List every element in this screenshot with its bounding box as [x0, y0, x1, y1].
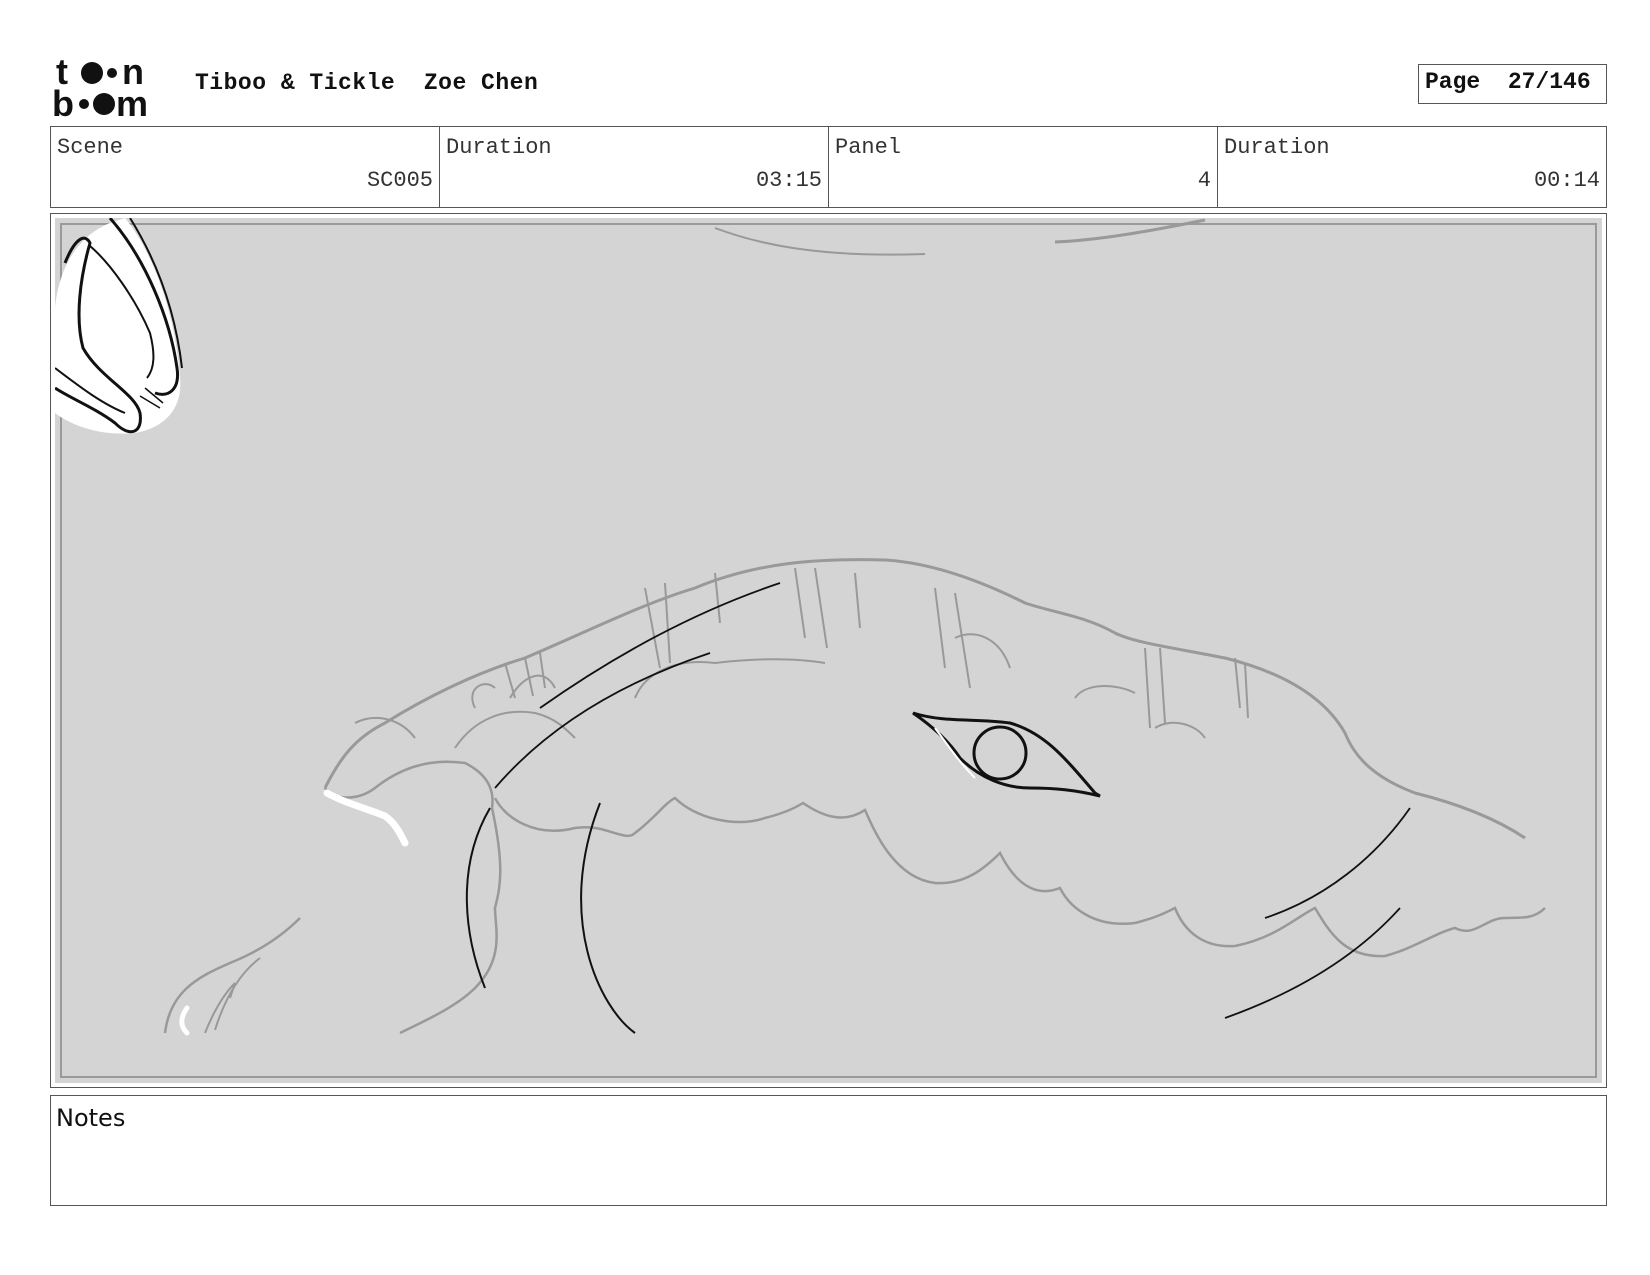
scene-cell: Scene SC005	[51, 127, 440, 207]
storyboard-panel	[50, 213, 1607, 1088]
author-name: Zoe Chen	[423, 70, 539, 96]
panel-label: Panel	[835, 135, 902, 160]
scene-info-table: Scene SC005 Duration 03:15 Panel 4 Durat…	[50, 126, 1607, 208]
svg-text:b: b	[52, 83, 74, 118]
scene-label: Scene	[57, 135, 124, 160]
toonboom-logo: t n b m	[52, 54, 148, 118]
panel-duration-label: Duration	[1224, 135, 1330, 160]
page-label: Page	[1425, 69, 1481, 95]
svg-text:m: m	[116, 83, 148, 118]
notes-label: Notes	[56, 1104, 126, 1132]
panel-duration-value: 00:14	[1533, 168, 1600, 193]
scene-duration-value: 03:15	[755, 168, 822, 193]
notes-section: Notes	[50, 1095, 1607, 1206]
panel-duration-cell: Duration 00:14	[1218, 127, 1606, 207]
project-title: Tiboo & Tickle	[195, 70, 396, 96]
panel-cell: Panel 4	[829, 127, 1218, 207]
page-indicator: Page 27/146	[1418, 64, 1607, 104]
scene-duration-cell: Duration 03:15	[440, 127, 829, 207]
scene-value: SC005	[366, 168, 433, 193]
scene-duration-label: Duration	[446, 135, 552, 160]
panel-sketch-image	[55, 218, 1602, 1083]
header-title: Tiboo & Tickle Zoe Chen	[195, 70, 538, 96]
panel-value: 4	[1197, 168, 1211, 193]
page-number: 27/146	[1507, 69, 1591, 95]
